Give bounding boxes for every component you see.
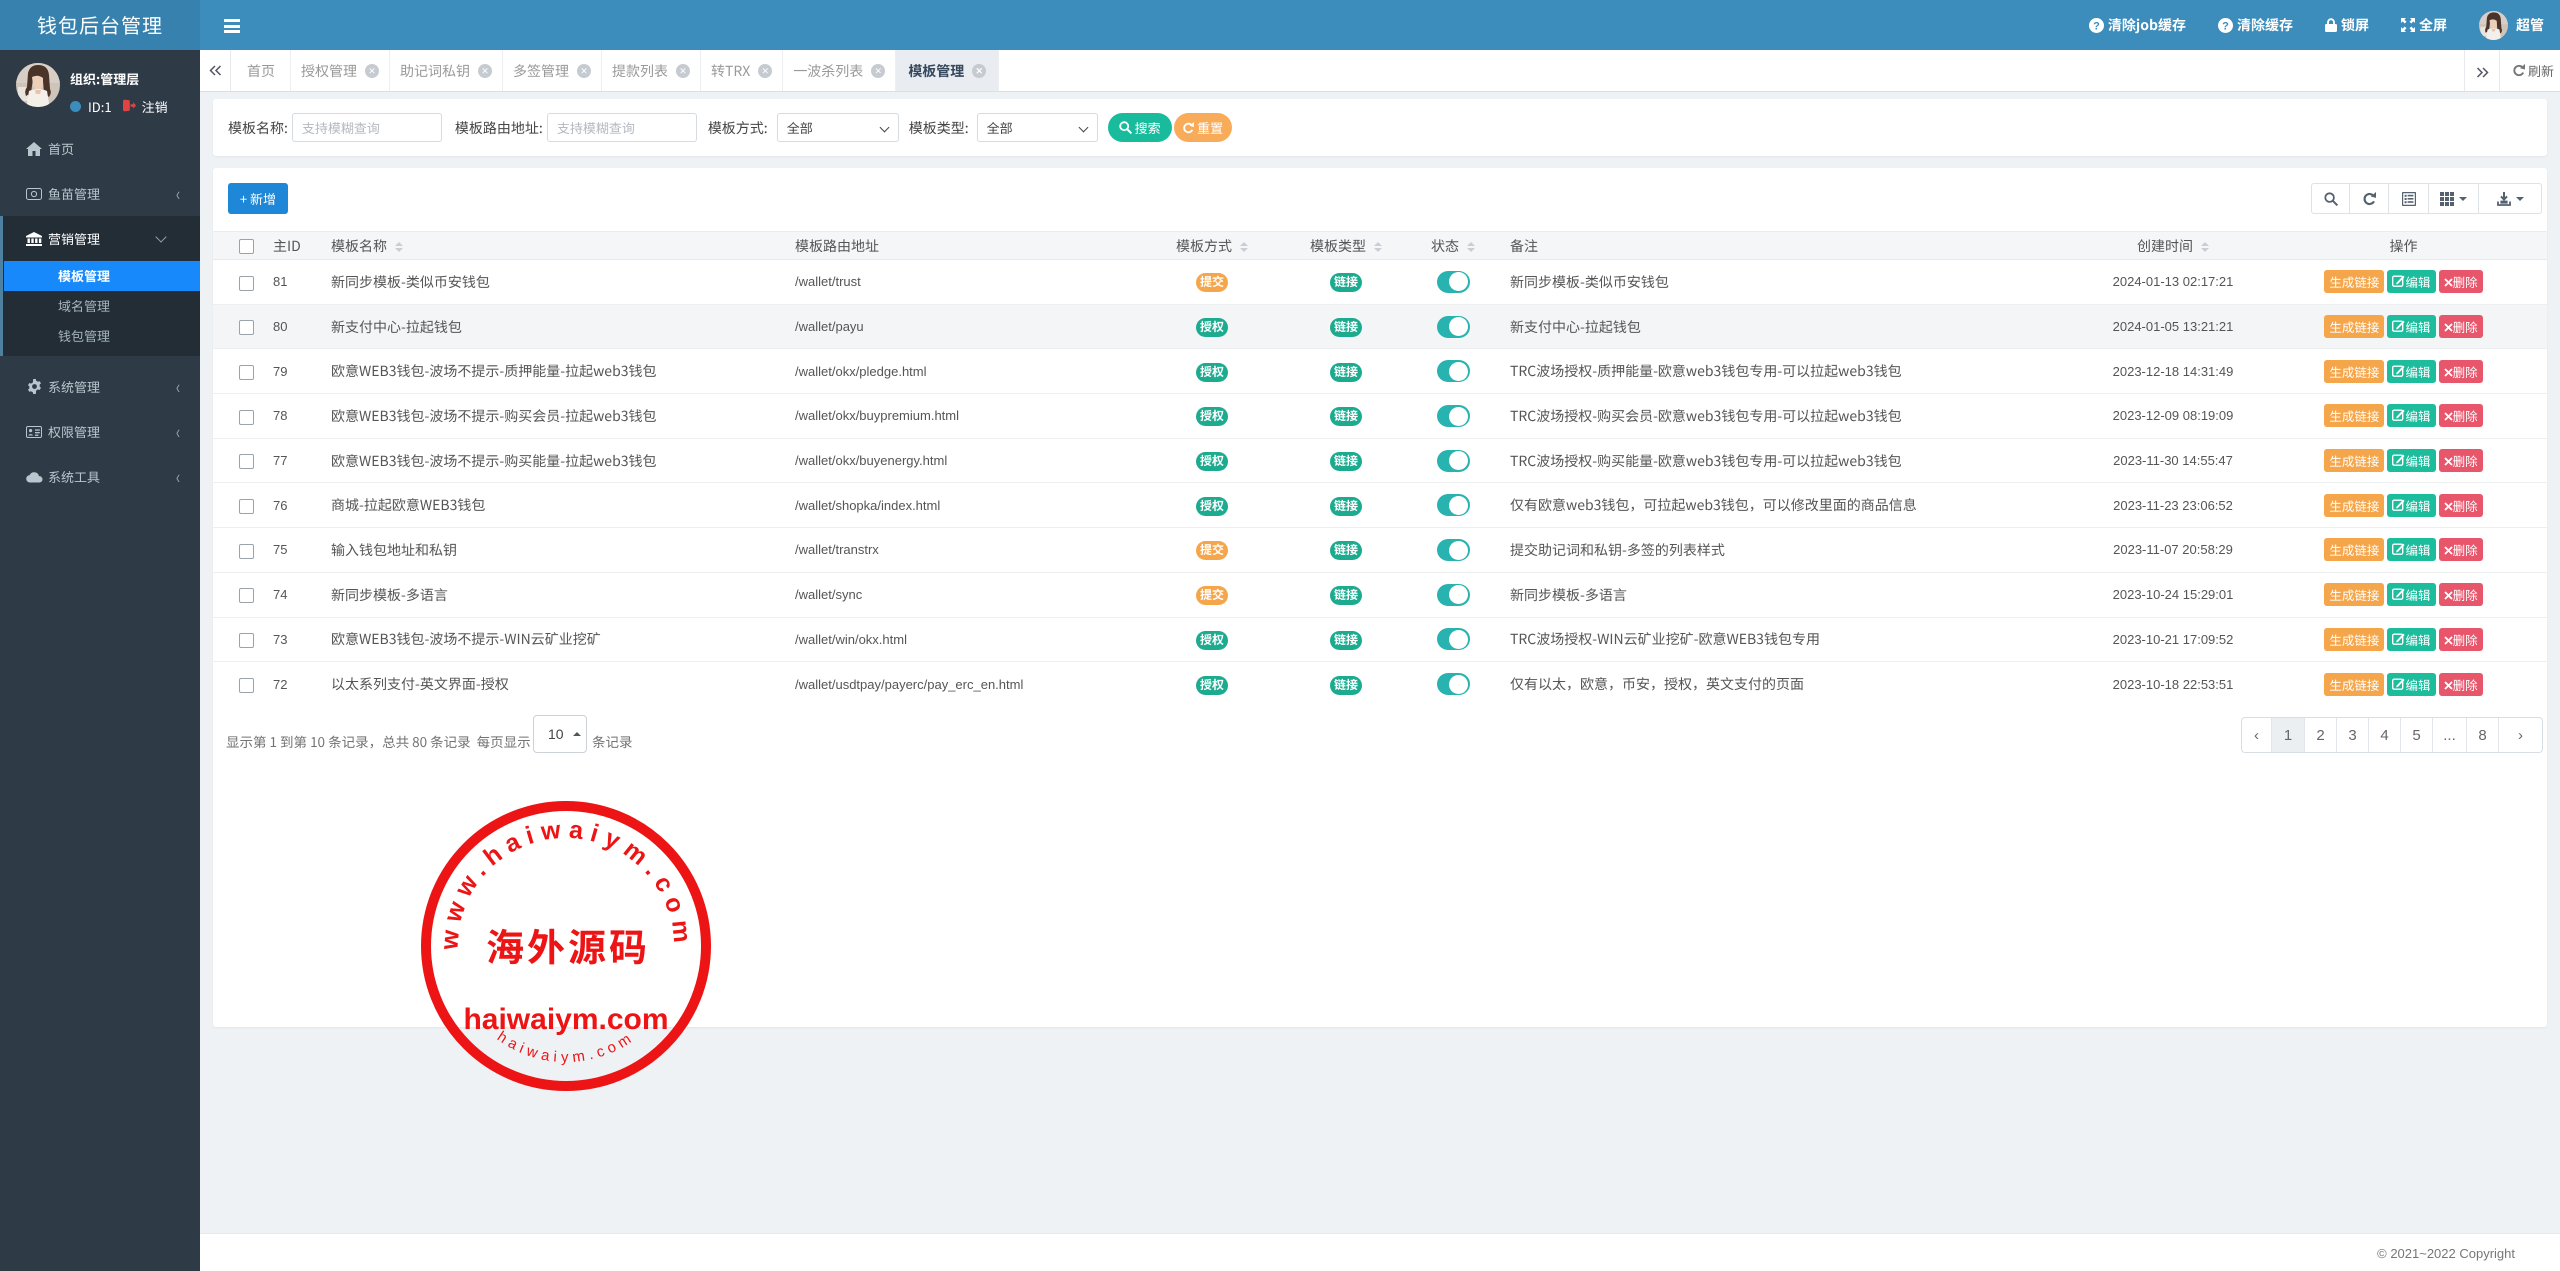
svg-text:?: ?: [2222, 20, 2229, 32]
svg-text:haiwaiym.com: haiwaiym.com: [463, 1003, 668, 1036]
svg-text:?: ?: [2093, 20, 2100, 32]
svg-text:海外源码: 海外源码: [486, 917, 650, 972]
